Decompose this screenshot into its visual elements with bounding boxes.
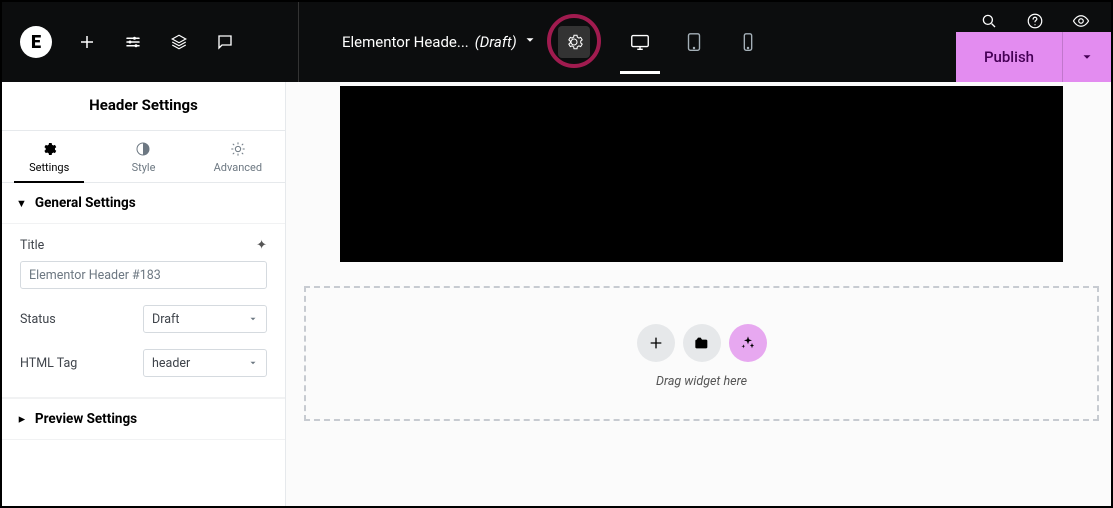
status-label: Status bbox=[20, 312, 143, 327]
device-mobile-button[interactable] bbox=[724, 18, 772, 66]
header-template-preview[interactable] bbox=[340, 86, 1063, 262]
htmltag-select[interactable]: header bbox=[143, 349, 267, 377]
htmltag-label: HTML Tag bbox=[20, 356, 143, 371]
section-general-settings-toggle[interactable]: ▼ General Settings bbox=[2, 183, 285, 224]
caret-down-icon: ▼ bbox=[16, 197, 27, 210]
title-input[interactable] bbox=[20, 261, 267, 289]
tab-settings-label: Settings bbox=[29, 161, 69, 174]
structure-button[interactable] bbox=[156, 19, 202, 65]
section-general-body: Title ✦ Status Draft HTML Tag header bbox=[2, 224, 285, 398]
tab-settings[interactable]: Settings bbox=[2, 131, 96, 182]
tab-style-label: Style bbox=[132, 161, 156, 174]
ai-generate-icon[interactable]: ✦ bbox=[256, 238, 267, 253]
htmltag-select-value: header bbox=[152, 356, 190, 371]
drop-zone-label: Drag widget here bbox=[656, 374, 747, 389]
responsive-device-group bbox=[616, 2, 772, 82]
status-select-value: Draft bbox=[152, 312, 179, 327]
section-preview-title: Preview Settings bbox=[35, 411, 137, 427]
chevron-down-icon bbox=[523, 33, 537, 51]
document-title-text: Elementor Heade... bbox=[342, 33, 469, 51]
sidebar-title: Header Settings bbox=[2, 82, 285, 131]
add-section-button[interactable] bbox=[637, 324, 675, 362]
document-title-dropdown[interactable]: Elementor Heade... (Draft) bbox=[342, 33, 537, 51]
section-general-title: General Settings bbox=[35, 195, 136, 211]
device-desktop-button[interactable] bbox=[616, 18, 664, 66]
caret-right-icon: ▼ bbox=[15, 414, 28, 425]
publish-button-label: Publish bbox=[984, 48, 1034, 66]
tab-advanced-label: Advanced bbox=[214, 161, 262, 174]
publish-button[interactable]: Publish bbox=[956, 32, 1063, 82]
panel-tabs: Settings Style Advanced bbox=[2, 131, 285, 183]
tab-style[interactable]: Style bbox=[96, 131, 190, 182]
add-ai-button[interactable] bbox=[729, 324, 767, 362]
editor-canvas: Drag widget here bbox=[286, 82, 1111, 506]
add-widget-button[interactable] bbox=[64, 19, 110, 65]
document-status-text: (Draft) bbox=[475, 33, 517, 51]
tab-advanced[interactable]: Advanced bbox=[191, 131, 285, 182]
title-label: Title bbox=[20, 238, 44, 253]
publish-options-button[interactable] bbox=[1063, 32, 1111, 82]
settings-sidebar: Header Settings Settings Style Advanced … bbox=[2, 82, 286, 506]
notes-button[interactable] bbox=[202, 19, 248, 65]
status-select[interactable]: Draft bbox=[143, 305, 267, 333]
drop-zone[interactable]: Drag widget here bbox=[304, 286, 1099, 421]
elementor-logo[interactable]: E bbox=[20, 26, 52, 58]
add-template-button[interactable] bbox=[683, 324, 721, 362]
topbar: E Elementor Heade... (Draft) bbox=[2, 2, 1111, 82]
site-settings-button[interactable] bbox=[110, 19, 156, 65]
section-preview-settings-toggle[interactable]: ▼ Preview Settings bbox=[2, 398, 285, 440]
device-tablet-button[interactable] bbox=[670, 18, 718, 66]
page-settings-button[interactable] bbox=[558, 26, 590, 58]
